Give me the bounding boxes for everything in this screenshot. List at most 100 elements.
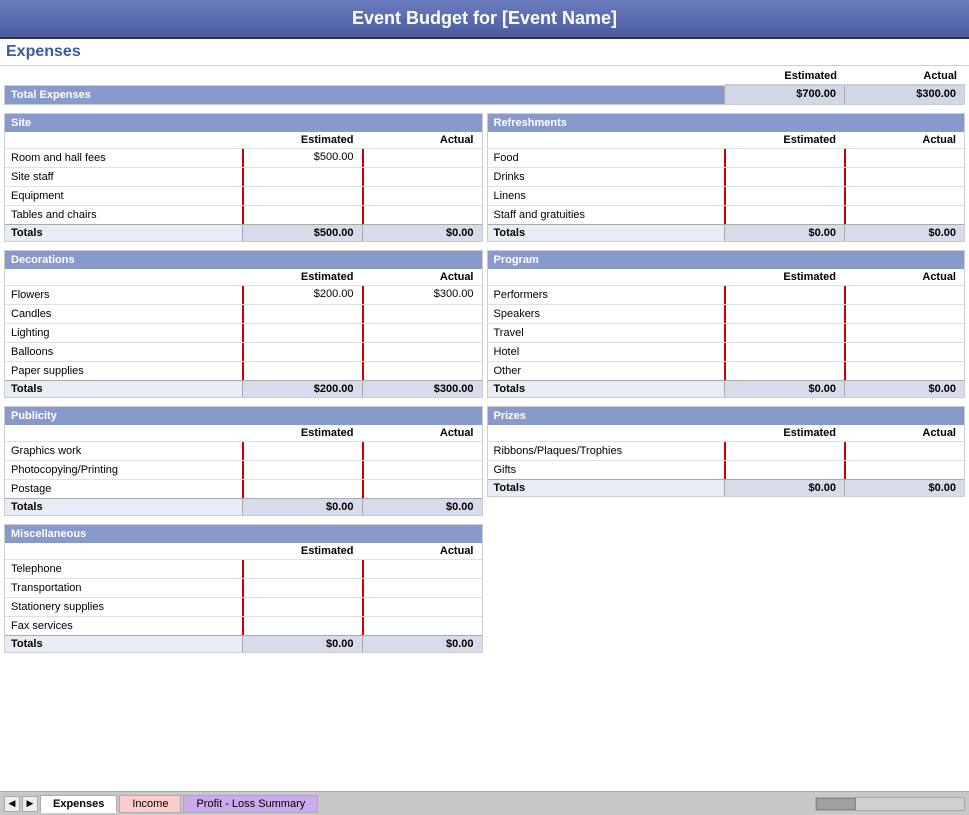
row-actual[interactable] xyxy=(362,206,482,224)
totals-estimated: $0.00 xyxy=(242,499,362,515)
data-row: Site staff xyxy=(5,167,482,186)
row-estimated[interactable] xyxy=(242,324,362,342)
totals-row-refreshments: Totals $0.00 $0.00 xyxy=(488,224,965,241)
row-actual[interactable] xyxy=(362,305,482,323)
row-actual[interactable] xyxy=(844,305,964,323)
section-refreshments: Refreshments Estimated Actual Food Drink… xyxy=(487,113,966,242)
row-estimated[interactable]: $200.00 xyxy=(242,286,362,304)
data-row: Speakers xyxy=(488,304,965,323)
row-label: Postage xyxy=(5,481,242,497)
row-label: Other xyxy=(488,363,725,379)
tab-income[interactable]: Income xyxy=(119,795,181,813)
row-actual[interactable] xyxy=(362,579,482,597)
row-label: Flowers xyxy=(5,287,242,303)
row-estimated[interactable] xyxy=(724,187,844,205)
row-actual[interactable] xyxy=(362,560,482,578)
row-estimated[interactable] xyxy=(242,461,362,479)
row-actual[interactable] xyxy=(362,187,482,205)
row-actual[interactable] xyxy=(362,480,482,498)
row-estimated[interactable] xyxy=(724,286,844,304)
row-estimated[interactable] xyxy=(724,206,844,224)
row-estimated[interactable] xyxy=(242,617,362,635)
row-label: Tables and chairs xyxy=(5,207,242,223)
row-actual[interactable] xyxy=(362,149,482,167)
row-estimated[interactable] xyxy=(242,560,362,578)
scrollbar[interactable] xyxy=(815,797,965,811)
row-estimated[interactable] xyxy=(242,168,362,186)
row-actual[interactable] xyxy=(844,461,964,479)
row-estimated[interactable] xyxy=(242,305,362,323)
row-actual[interactable] xyxy=(844,442,964,460)
tab-nav-prev[interactable]: ◀ xyxy=(4,796,20,812)
row-estimated[interactable] xyxy=(242,442,362,460)
data-row: Gifts xyxy=(488,460,965,479)
row-estimated[interactable] xyxy=(242,206,362,224)
row-estimated[interactable] xyxy=(242,598,362,616)
row-actual[interactable] xyxy=(362,461,482,479)
row-actual[interactable] xyxy=(362,442,482,460)
row-actual[interactable] xyxy=(844,286,964,304)
section-header-prizes: Prizes xyxy=(488,407,965,425)
row-estimated[interactable] xyxy=(724,324,844,342)
row-label: Photocopying/Printing xyxy=(5,462,242,478)
row-actual[interactable] xyxy=(362,617,482,635)
totals-actual: $0.00 xyxy=(844,225,964,241)
row-actual[interactable] xyxy=(844,168,964,186)
col-hdr-est-decorations: Estimated xyxy=(242,270,362,284)
row-actual[interactable] xyxy=(844,362,964,380)
data-row: Tables and chairs xyxy=(5,205,482,224)
row-estimated[interactable] xyxy=(724,168,844,186)
row-actual[interactable] xyxy=(362,324,482,342)
row-estimated[interactable] xyxy=(724,362,844,380)
row-actual[interactable] xyxy=(844,343,964,361)
total-expenses-row: Total Expenses $700.00 $300.00 xyxy=(4,85,965,105)
totals-row-site: Totals $500.00 $0.00 xyxy=(5,224,482,241)
totals-actual: $0.00 xyxy=(362,636,482,652)
totals-estimated: $0.00 xyxy=(724,225,844,241)
totals-actual: $0.00 xyxy=(362,225,482,241)
row-estimated[interactable] xyxy=(242,343,362,361)
section-col-headers-publicity: Estimated Actual xyxy=(5,425,482,441)
totals-actual: $300.00 xyxy=(362,381,482,397)
col-hdr-act-prizes: Actual xyxy=(844,426,964,440)
section-miscellaneous: Miscellaneous Estimated Actual Telephone… xyxy=(4,524,483,653)
row-actual[interactable]: $300.00 xyxy=(362,286,482,304)
section-program: Program Estimated Actual Performers Spea… xyxy=(487,250,966,398)
tab-nav-next[interactable]: ▶ xyxy=(22,796,38,812)
row-estimated[interactable] xyxy=(724,149,844,167)
row-actual[interactable] xyxy=(362,343,482,361)
row-actual[interactable] xyxy=(844,206,964,224)
row-estimated[interactable] xyxy=(724,442,844,460)
col-header-estimated: Estimated xyxy=(725,68,845,84)
row-estimated[interactable] xyxy=(242,187,362,205)
totals-estimated: $500.00 xyxy=(242,225,362,241)
totals-row-publicity: Totals $0.00 $0.00 xyxy=(5,498,482,515)
row-actual[interactable] xyxy=(844,149,964,167)
tab-profit-loss[interactable]: Profit - Loss Summary xyxy=(183,795,318,813)
totals-row-program: Totals $0.00 $0.00 xyxy=(488,380,965,397)
tab-expenses[interactable]: Expenses xyxy=(40,795,117,813)
scrollbar-thumb[interactable] xyxy=(816,798,856,810)
row-estimated[interactable] xyxy=(242,362,362,380)
section-col-headers-refreshments: Estimated Actual xyxy=(488,132,965,148)
data-row: Hotel xyxy=(488,342,965,361)
row-estimated[interactable] xyxy=(724,461,844,479)
data-row: Equipment xyxy=(5,186,482,205)
tab-bar: ◀ ▶ ExpensesIncomeProfit - Loss Summary xyxy=(0,791,969,815)
row-actual[interactable] xyxy=(362,598,482,616)
row-estimated[interactable] xyxy=(242,480,362,498)
row-actual[interactable] xyxy=(362,168,482,186)
section-header-program: Program xyxy=(488,251,965,269)
row-actual[interactable] xyxy=(844,187,964,205)
row-label: Hotel xyxy=(488,344,725,360)
row-actual[interactable] xyxy=(362,362,482,380)
section-header-miscellaneous: Miscellaneous xyxy=(5,525,482,543)
row-estimated[interactable] xyxy=(724,305,844,323)
row-estimated[interactable]: $500.00 xyxy=(242,149,362,167)
row-estimated[interactable] xyxy=(724,343,844,361)
row-estimated[interactable] xyxy=(242,579,362,597)
data-row: Ribbons/Plaques/Trophies xyxy=(488,441,965,460)
row-actual[interactable] xyxy=(844,324,964,342)
row-label: Gifts xyxy=(488,462,725,478)
row-label: Telephone xyxy=(5,561,242,577)
